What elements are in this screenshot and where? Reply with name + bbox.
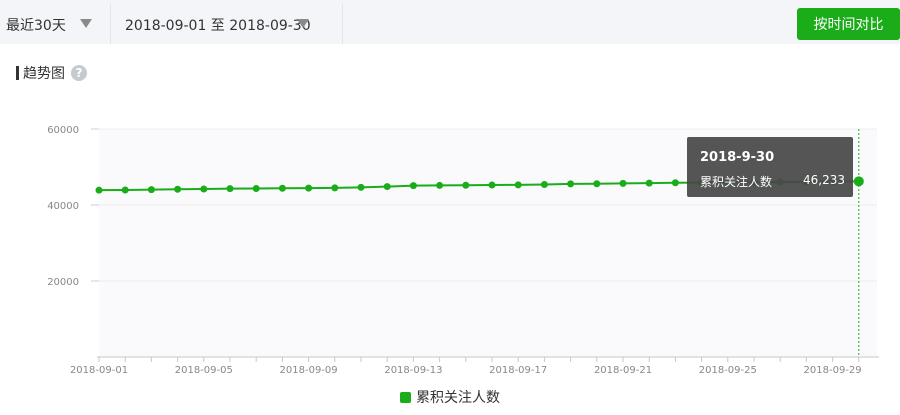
x-tick-label: 2018-09-01 — [70, 365, 128, 376]
x-tick-label: 2018-09-05 — [175, 365, 233, 376]
data-point — [226, 185, 234, 193]
x-tick-label: 2018-09-25 — [699, 365, 757, 376]
data-point — [278, 184, 286, 192]
x-tick-label: 2018-09-17 — [489, 365, 547, 376]
chevron-down-icon — [80, 19, 92, 28]
tooltip-series-name: 累积关注人数 — [700, 175, 773, 189]
x-tick-label: 2018-09-13 — [384, 365, 442, 376]
x-tick-label: 2018-09-29 — [804, 365, 862, 376]
data-point — [121, 186, 129, 194]
tooltip-date: 2018-9-30 — [700, 150, 775, 165]
section-title: 趋势图 ? — [16, 63, 87, 83]
data-point — [331, 184, 339, 192]
chart-tooltip: 2018-9-30 累积关注人数 46,233 — [687, 137, 853, 197]
data-point — [436, 181, 444, 189]
data-point — [409, 182, 417, 190]
y-tick-label: 60000 — [47, 125, 79, 136]
data-point — [514, 181, 522, 189]
tooltip-value: 46,233 — [803, 173, 845, 187]
data-point — [540, 180, 548, 188]
data-point — [174, 185, 182, 193]
x-tick-label: 2018-09-09 — [280, 365, 338, 376]
y-tick-label: 40000 — [47, 201, 79, 212]
title-bar-marker — [16, 66, 19, 80]
chevron-down-icon — [297, 19, 309, 28]
data-point — [383, 183, 391, 191]
data-point — [567, 180, 575, 188]
help-icon[interactable]: ? — [71, 65, 87, 81]
data-point — [671, 179, 679, 187]
data-point — [645, 179, 653, 187]
date-range-label: 2018-09-01 至 2018-09-30 — [125, 18, 311, 34]
data-point — [462, 181, 470, 189]
date-range-picker[interactable]: 2018-09-01 至 2018-09-30 — [110, 4, 343, 44]
x-tick-label: 2018-09-21 — [594, 365, 652, 376]
data-point — [853, 176, 864, 187]
section-title-text: 趋势图 — [23, 66, 65, 82]
data-point — [357, 183, 365, 191]
toolbar: 最近30天 2018-09-01 至 2018-09-30 按时间对比 — [0, 0, 900, 44]
range-select-label: 最近30天 — [6, 18, 66, 34]
data-point — [488, 181, 496, 189]
data-point — [147, 186, 155, 194]
data-point — [305, 184, 313, 192]
compare-by-time-button[interactable]: 按时间对比 — [797, 8, 900, 40]
data-point — [200, 185, 208, 193]
range-select[interactable]: 最近30天 — [0, 4, 109, 44]
y-tick-label: 20000 — [47, 277, 79, 288]
data-point — [95, 186, 103, 194]
data-point — [619, 179, 627, 187]
legend-swatch — [400, 391, 411, 403]
data-point — [252, 184, 260, 192]
chart-legend[interactable]: 累积关注人数 — [0, 386, 900, 408]
legend-label: 累积关注人数 — [416, 390, 500, 406]
data-point — [593, 180, 601, 188]
